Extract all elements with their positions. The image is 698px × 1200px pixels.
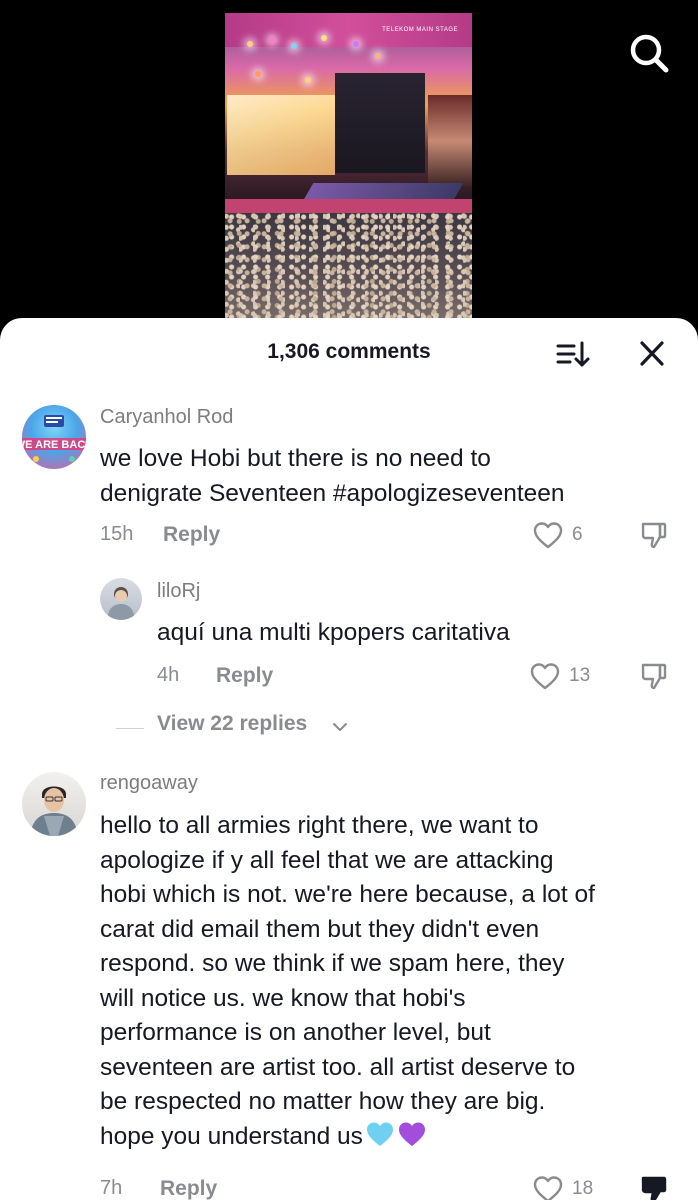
stage-screen-right: [428, 95, 472, 187]
close-icon: [640, 341, 664, 366]
dislike-button[interactable]: [639, 520, 669, 550]
sort-button[interactable]: [552, 338, 592, 370]
comment-username[interactable]: liloRj: [157, 580, 200, 603]
comment-line: apologize if y all feel that we are atta…: [100, 846, 554, 874]
view-replies-label: View 22 replies: [157, 712, 308, 735]
comment-line: carat did email them but they didn't eve…: [100, 915, 540, 943]
heart-outline-icon: [533, 522, 563, 549]
search-button[interactable]: [626, 30, 672, 76]
comment-time: 7h: [100, 1177, 123, 1199]
comment-text: hello to all armies right there, we want…: [100, 809, 595, 1154]
comment-line: will notice us. we know that hobi's: [100, 984, 466, 1012]
comment-line: hobi which is not. we're here because, a…: [100, 881, 595, 908]
person-avatar-icon: [30, 786, 78, 836]
stage-screen-left: [227, 95, 335, 175]
stage-light: [255, 71, 261, 77]
stage-truss: [335, 73, 425, 173]
comment-line: hope you understand us: [100, 1122, 363, 1150]
video-player[interactable]: TELEKOM MAIN STAGE: [0, 0, 698, 330]
reply-button[interactable]: Reply: [216, 664, 273, 688]
thumbs-down-icon: [641, 663, 667, 690]
thumbs-down-icon: [641, 522, 667, 549]
like-count: 6: [572, 524, 583, 545]
like-count: 13: [569, 665, 591, 686]
stage-light: [291, 43, 297, 49]
comments-header: 1,306 comments: [0, 318, 698, 388]
heart-outline-icon: [530, 663, 560, 690]
avatar-logo-text: WE ARE BACK: [22, 439, 86, 451]
comment-text: we love Hobi but there is no need to den…: [100, 442, 565, 511]
thumbs-down-icon: [641, 1176, 667, 1200]
like-button[interactable]: 18: [532, 1174, 598, 1200]
comment-count: 1,306 comments: [267, 340, 431, 363]
stage-banner-label: TELEKOM MAIN STAGE: [382, 27, 458, 33]
view-replies-divider: [116, 728, 144, 729]
stage-banner: TELEKOM MAIN STAGE: [225, 13, 472, 47]
comment-line: respond. so we think if we spam here, th…: [100, 950, 565, 977]
comment-text: aquí una multi kpopers caritativa: [157, 616, 510, 651]
stage-light: [247, 41, 253, 47]
comment-item: rengoaway hello to all armies right ther…: [0, 772, 698, 1200]
search-icon: [630, 34, 669, 73]
comment-line: aquí una multi kpopers caritativa: [157, 619, 510, 646]
reply-item: liloRj aquí una multi kpopers caritativa…: [0, 576, 698, 691]
like-count: 18: [572, 1178, 594, 1199]
comment-item: WE ARE BACK Caryanhol Rod we love Hobi b…: [0, 400, 698, 550]
comment-time: 4h: [157, 664, 180, 686]
avatar[interactable]: [100, 578, 142, 620]
concert-video-frame[interactable]: TELEKOM MAIN STAGE: [225, 13, 472, 320]
comment-line: denigrate Seventeen #apologizeseventeen: [100, 479, 565, 507]
comments-sheet: 1,306 comments WE ARE B: [0, 318, 698, 1200]
dislike-button[interactable]: [639, 661, 669, 691]
heart-outline-icon: [533, 1176, 563, 1200]
comment-line: hello to all armies right there, we want…: [100, 812, 539, 839]
light-blue-heart-emoji: [366, 1122, 393, 1146]
person-avatar-icon: [107, 587, 135, 620]
reply-button[interactable]: Reply: [163, 523, 220, 547]
like-button[interactable]: 6: [532, 520, 592, 550]
we-are-back-logo-icon: WE ARE BACK: [22, 415, 86, 462]
comment-line: be respected no matter how they are big.: [100, 1088, 546, 1115]
stage-light: [375, 53, 381, 59]
stage-light: [321, 35, 327, 41]
reply-button[interactable]: Reply: [160, 1177, 217, 1200]
avatar[interactable]: [22, 772, 86, 836]
crowd: [225, 213, 472, 320]
close-button[interactable]: [634, 338, 670, 370]
avatar[interactable]: WE ARE BACK: [22, 405, 86, 469]
chevron-down-icon: [333, 723, 347, 731]
comment-username[interactable]: Caryanhol Rod: [100, 406, 233, 429]
dislike-button[interactable]: [639, 1174, 669, 1200]
comment-line: we love Hobi but there is no need to: [100, 445, 491, 472]
comment-last-line: hope you understand us: [100, 1120, 595, 1155]
comment-line: performance is on another level, but: [100, 1019, 491, 1046]
comment-time: 15h: [100, 523, 134, 545]
purple-heart-emoji: [398, 1122, 425, 1146]
comment-line: seventeen are artist too. all artist des…: [100, 1053, 576, 1081]
sort-icon: [556, 341, 590, 367]
stage-light: [305, 77, 311, 83]
view-replies-button[interactable]: View 22 replies: [116, 712, 376, 742]
comment-username[interactable]: rengoaway: [100, 772, 198, 795]
stage-barrier: [225, 199, 472, 213]
stage-light: [269, 37, 275, 43]
stage-light: [353, 41, 359, 47]
like-button[interactable]: 13: [529, 661, 595, 691]
